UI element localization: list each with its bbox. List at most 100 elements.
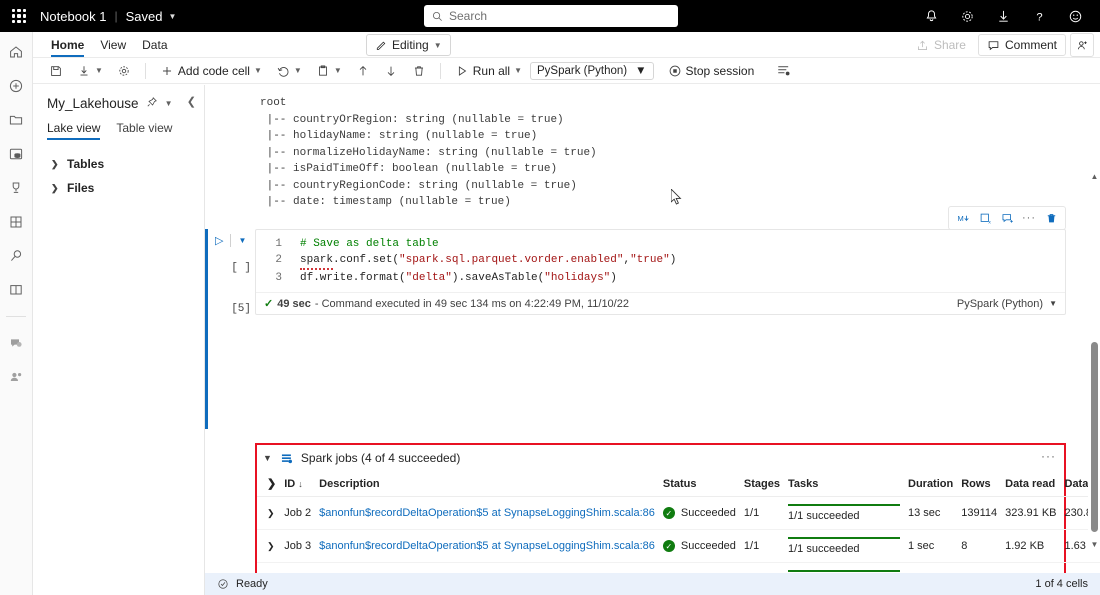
move-cell-up-button[interactable] xyxy=(350,61,376,81)
comment-button[interactable]: Comment xyxy=(977,34,1066,56)
manage-access-button[interactable] xyxy=(1070,33,1094,57)
cell-kernel-selector[interactable]: PySpark (Python) ▼ xyxy=(957,298,1057,310)
cell-duration: 1 sec xyxy=(904,529,958,563)
vertical-scrollbar[interactable]: ▲ ▼ xyxy=(1088,170,1100,551)
cell-tasks: 1/1 succeeded xyxy=(784,496,904,530)
chevron-down-icon[interactable]: ▼ xyxy=(165,99,173,108)
data-science-icon[interactable] xyxy=(6,246,26,266)
lakehouse-name[interactable]: My_Lakehouse xyxy=(47,96,139,111)
feedback-icon[interactable] xyxy=(1066,7,1084,25)
column-header-description[interactable]: Description xyxy=(315,471,659,497)
code-line: 2 spark .conf.set("spark.sql.parquet.vord… xyxy=(256,252,1065,270)
notebook-title[interactable]: Notebook 1 xyxy=(40,9,107,24)
clear-output-icon[interactable]: x xyxy=(975,208,995,228)
markdown-convert-icon[interactable]: M xyxy=(953,208,973,228)
row-expand-toggle[interactable]: ❯ xyxy=(257,529,281,563)
table-row[interactable]: ❯ Job 3 $anonfun$recordDeltaOperation$5 … xyxy=(257,529,1100,563)
notebook-canvas: root |-- countryOrRegion: string (nullab… xyxy=(205,85,1100,573)
trophy-icon[interactable] xyxy=(6,178,26,198)
job-description-link[interactable]: $anonfun$recordDeltaOperation$5 at Synap… xyxy=(319,540,655,552)
scroll-down-arrow-icon[interactable]: ▼ xyxy=(1090,540,1099,549)
status-label: Succeeded xyxy=(680,540,736,552)
tree-node-files[interactable]: ❯ Files xyxy=(33,176,204,200)
tab-lake-view[interactable]: Lake view xyxy=(47,121,101,140)
move-cell-down-button[interactable] xyxy=(378,61,404,81)
row-expand-toggle[interactable]: ❯ xyxy=(257,562,281,573)
tree-node-tables[interactable]: ❯ Tables xyxy=(33,152,204,176)
create-icon[interactable] xyxy=(6,76,26,96)
chevron-down-icon[interactable]: ▼ xyxy=(263,453,272,463)
cell-run-controls: ▷ ▼ xyxy=(215,234,246,247)
spark-jobs-more-icon[interactable]: ··· xyxy=(1041,449,1056,463)
settings-button[interactable] xyxy=(111,61,137,81)
run-all-button[interactable]: Run all ▼ xyxy=(449,61,528,81)
chevron-right-icon: ❯ xyxy=(51,158,59,169)
export-button[interactable]: ▼ xyxy=(71,61,109,81)
spark-jobs-table-head: ❯ ID ↓ Description Status Stages Tasks Du… xyxy=(257,471,1100,497)
column-header-duration[interactable]: Duration xyxy=(904,471,958,497)
scroll-up-arrow-icon[interactable]: ▲ xyxy=(1090,172,1099,181)
column-header-status[interactable]: Status xyxy=(658,471,740,497)
book-icon[interactable] xyxy=(6,280,26,300)
help-icon[interactable]: ? xyxy=(1030,7,1048,25)
delete-cell-icon[interactable] xyxy=(1041,208,1061,228)
row-expand-toggle[interactable]: ❯ xyxy=(257,496,281,530)
chevron-right-icon: ❯ xyxy=(51,182,59,193)
outline-button[interactable] xyxy=(770,60,797,81)
cell-description: $anonfun$recordDeltaOperation$5 at Synap… xyxy=(315,562,659,573)
download-icon[interactable] xyxy=(994,7,1012,25)
add-code-cell-button[interactable]: Add code cell ▼ xyxy=(154,61,268,81)
delete-cell-button[interactable] xyxy=(406,61,432,81)
column-header-stages[interactable]: Stages xyxy=(739,471,784,497)
save-button[interactable] xyxy=(43,61,69,81)
lakehouse-icon[interactable] xyxy=(6,144,26,164)
table-row[interactable]: ❯ Job 2 $anonfun$recordDeltaOperation$5 … xyxy=(257,496,1100,530)
editing-label: Editing xyxy=(392,38,429,52)
undo-button[interactable]: ▼ xyxy=(270,61,308,81)
saved-status[interactable]: Saved xyxy=(126,9,163,24)
tree-node-label: Tables xyxy=(67,157,105,171)
tasks-progress-bar xyxy=(788,504,900,506)
stop-icon xyxy=(669,65,680,76)
comment-icon[interactable] xyxy=(997,208,1017,228)
more-options-icon[interactable]: ··· xyxy=(1019,208,1039,228)
clipboard-button[interactable]: ▼ xyxy=(310,61,348,81)
editing-mode-button[interactable]: Editing ▼ xyxy=(366,34,451,56)
folder-icon[interactable] xyxy=(6,110,26,130)
people-icon[interactable] xyxy=(6,367,26,387)
rail-divider xyxy=(6,316,26,317)
cell-editor[interactable]: 1 # Save as delta table 2 spark .conf.set… xyxy=(255,229,1066,315)
app-launcher-icon[interactable] xyxy=(10,7,28,25)
search-icon xyxy=(432,11,442,21)
code-text: , xyxy=(623,254,631,266)
expand-all-toggle[interactable]: ❯ xyxy=(257,471,281,497)
search-input[interactable]: Search xyxy=(424,5,678,27)
chat-icon[interactable] xyxy=(6,333,26,353)
pin-icon[interactable] xyxy=(146,96,158,111)
code-text: spark xyxy=(300,252,334,270)
tab-view[interactable]: View xyxy=(92,34,134,57)
job-description-link[interactable]: $anonfun$recordDeltaOperation$5 at Synap… xyxy=(319,507,655,519)
home-icon[interactable] xyxy=(6,42,26,62)
cell-duration: 6 sec xyxy=(904,562,958,573)
collapse-pane-icon[interactable]: ❮ xyxy=(187,95,196,108)
tab-table-view[interactable]: Table view xyxy=(116,121,172,140)
scrollbar-thumb[interactable] xyxy=(1091,342,1098,532)
bell-icon[interactable] xyxy=(922,7,940,25)
table-row[interactable]: ❯ Job 4 $anonfun$recordDeltaOperation$5 … xyxy=(257,562,1100,573)
tab-data[interactable]: Data xyxy=(134,34,175,57)
column-header-data-read[interactable]: Data read xyxy=(1001,471,1061,497)
chevron-down-icon[interactable]: ▼ xyxy=(238,236,246,245)
grid-icon[interactable] xyxy=(6,212,26,232)
stop-session-button[interactable]: Stop session xyxy=(662,61,761,81)
kernel-selector[interactable]: PySpark (Python) ▼ xyxy=(530,61,654,80)
line-number: 2 xyxy=(275,254,282,266)
gear-icon[interactable] xyxy=(958,7,976,25)
column-header-rows[interactable]: Rows xyxy=(957,471,1002,497)
status-text: Ready xyxy=(236,578,268,590)
tab-home[interactable]: Home xyxy=(43,34,92,57)
run-cell-icon[interactable]: ▷ xyxy=(215,234,223,247)
column-header-tasks[interactable]: Tasks xyxy=(784,471,904,497)
chevron-down-icon[interactable]: ▼ xyxy=(169,12,177,21)
column-header-id[interactable]: ID ↓ xyxy=(280,471,316,497)
